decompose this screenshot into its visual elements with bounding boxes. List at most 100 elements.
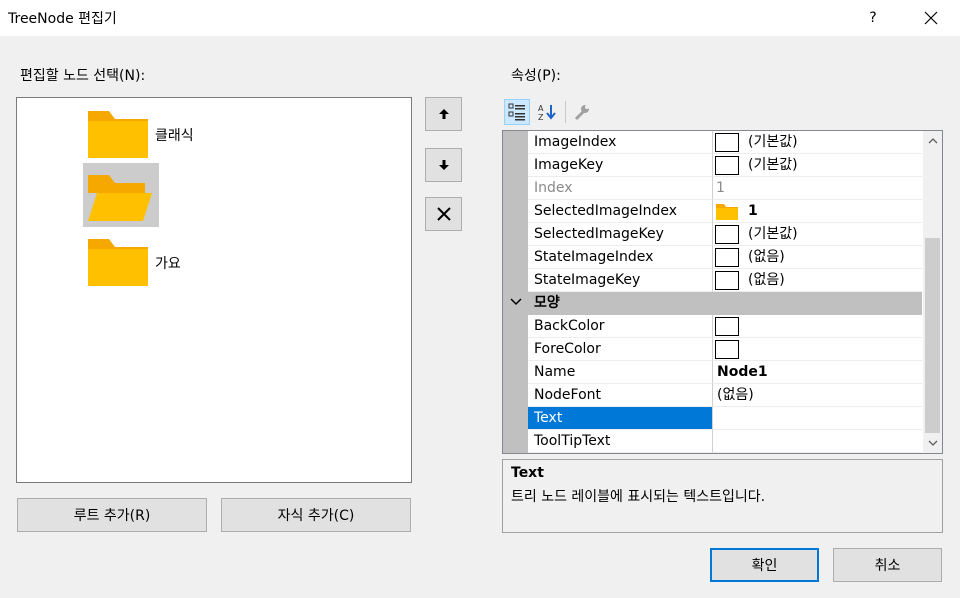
property-value[interactable]: (기본값) xyxy=(713,223,922,246)
window-title: TreeNode 편집기 xyxy=(8,11,117,27)
image-swatch xyxy=(715,156,739,175)
help-icon: ? xyxy=(869,10,877,26)
description-text: 트리 노드 레이블에 표시되는 텍스트입니다. xyxy=(511,489,766,505)
property-name: ToolTipText xyxy=(528,430,713,453)
node-select-label: 편집할 노드 선택(N): xyxy=(20,68,146,84)
property-row[interactable]: ImageIndex (기본값) xyxy=(503,131,922,154)
property-row[interactable]: Index 1 xyxy=(503,177,922,200)
close-button[interactable] xyxy=(908,0,954,36)
close-icon xyxy=(924,11,938,25)
property-value[interactable]: (없음) xyxy=(713,269,922,292)
categorized-icon xyxy=(508,103,525,121)
tree-node-selected[interactable] xyxy=(17,163,412,227)
folder-icon xyxy=(716,204,738,220)
cancel-label: 취소 xyxy=(874,558,901,574)
color-swatch xyxy=(715,340,739,359)
arrow-down-icon xyxy=(438,160,449,170)
property-row[interactable]: ImageKey (기본값) xyxy=(503,154,922,177)
cancel-button[interactable]: 취소 xyxy=(833,548,942,582)
categorized-button[interactable] xyxy=(504,99,530,125)
scroll-up-button[interactable] xyxy=(923,131,942,151)
property-name: SelectedImageIndex xyxy=(528,200,713,223)
property-name: ImageIndex xyxy=(528,131,713,154)
property-row[interactable]: BackColor xyxy=(503,315,922,338)
image-swatch xyxy=(715,133,739,152)
toolbar-separator xyxy=(565,101,566,123)
property-pages-button[interactable] xyxy=(569,99,595,125)
svg-text:A: A xyxy=(538,104,544,113)
properties-label: 속성(P): xyxy=(511,68,561,84)
property-row[interactable]: SelectedImageIndex 1 xyxy=(503,200,922,223)
delete-button[interactable] xyxy=(425,197,462,231)
open-folder-icon xyxy=(88,175,152,221)
property-value[interactable] xyxy=(713,430,922,453)
move-up-button[interactable] xyxy=(425,97,462,131)
vertical-scrollbar[interactable] xyxy=(923,131,942,453)
sort-alphabetical-icon: A Z xyxy=(538,104,556,121)
add-child-button[interactable]: 자식 추가(C) xyxy=(221,498,411,532)
ok-button[interactable]: 확인 xyxy=(710,548,819,582)
property-row[interactable]: StateImageIndex (없음) xyxy=(503,246,922,269)
help-button[interactable]: ? xyxy=(850,0,896,36)
chevron-down-icon xyxy=(928,440,937,446)
property-row[interactable]: SelectedImageKey (기본값) xyxy=(503,223,922,246)
property-name: StateImageIndex xyxy=(528,246,713,269)
image-swatch xyxy=(715,271,739,290)
property-name: StateImageKey xyxy=(528,269,713,292)
property-name: Name xyxy=(528,361,713,384)
property-row[interactable]: ForeColor xyxy=(503,338,922,361)
category-name: 모양 xyxy=(534,295,560,311)
alphabetical-button[interactable]: A Z xyxy=(534,99,560,125)
description-title: Text xyxy=(511,465,544,481)
property-row[interactable]: ToolTipText xyxy=(503,430,922,453)
wrench-icon xyxy=(574,105,589,121)
property-value[interactable]: 1 xyxy=(713,200,922,223)
tree-node-label: 가요 xyxy=(155,256,181,272)
description-panel: Text 트리 노드 레이블에 표시되는 텍스트입니다. xyxy=(502,459,943,533)
property-name: SelectedImageKey xyxy=(528,223,713,246)
add-child-label: 자식 추가(C) xyxy=(277,508,355,524)
add-root-label: 루트 추가(R) xyxy=(73,508,151,524)
property-name: Index xyxy=(528,177,713,200)
property-name: ForeColor xyxy=(528,338,713,361)
title-bar: TreeNode 편집기 ? xyxy=(0,0,960,36)
property-name: ImageKey xyxy=(528,154,713,177)
scroll-thumb[interactable] xyxy=(925,238,940,433)
property-value[interactable]: (없음) xyxy=(713,384,922,407)
tree-node[interactable]: 클래식 xyxy=(17,101,412,165)
property-row[interactable]: StateImageKey (없음) xyxy=(503,269,922,292)
property-value[interactable]: (기본값) xyxy=(713,131,922,154)
chevron-up-icon xyxy=(928,138,937,144)
image-swatch xyxy=(715,248,739,267)
property-value[interactable]: (기본값) xyxy=(713,154,922,177)
delete-icon xyxy=(436,207,451,221)
folder-icon xyxy=(88,111,148,158)
svg-text:Z: Z xyxy=(538,113,544,121)
property-value: 1 xyxy=(713,177,922,200)
move-down-button[interactable] xyxy=(425,148,462,182)
property-row[interactable]: NodeFont (없음) xyxy=(503,384,922,407)
property-row[interactable]: Name Node1 xyxy=(503,361,922,384)
property-name: BackColor xyxy=(528,315,713,338)
tree-node[interactable]: 가요 xyxy=(17,229,412,293)
color-swatch xyxy=(715,317,739,336)
property-value[interactable] xyxy=(713,338,922,361)
ok-label: 확인 xyxy=(751,558,778,574)
property-value[interactable] xyxy=(713,315,922,338)
add-root-button[interactable]: 루트 추가(R) xyxy=(17,498,207,532)
property-name: NodeFont xyxy=(528,384,713,407)
tree-node-label: 클래식 xyxy=(155,128,194,144)
property-grid[interactable]: ImageIndex (기본값) ImageKey (기본값) Index 1 … xyxy=(502,130,943,454)
scroll-down-button[interactable] xyxy=(923,433,942,453)
category-header[interactable]: 모양 xyxy=(503,292,922,315)
property-value[interactable]: (없음) xyxy=(713,246,922,269)
property-row-selected[interactable]: Text xyxy=(503,407,922,430)
property-value[interactable]: Node1 xyxy=(713,361,922,384)
image-swatch xyxy=(715,225,739,244)
chevron-down-icon xyxy=(510,298,522,306)
folder-icon xyxy=(88,239,148,286)
node-tree[interactable]: 클래식 가요 xyxy=(16,97,412,483)
arrow-up-icon xyxy=(438,109,449,119)
property-value[interactable] xyxy=(713,407,922,430)
property-name: Text xyxy=(528,407,713,430)
